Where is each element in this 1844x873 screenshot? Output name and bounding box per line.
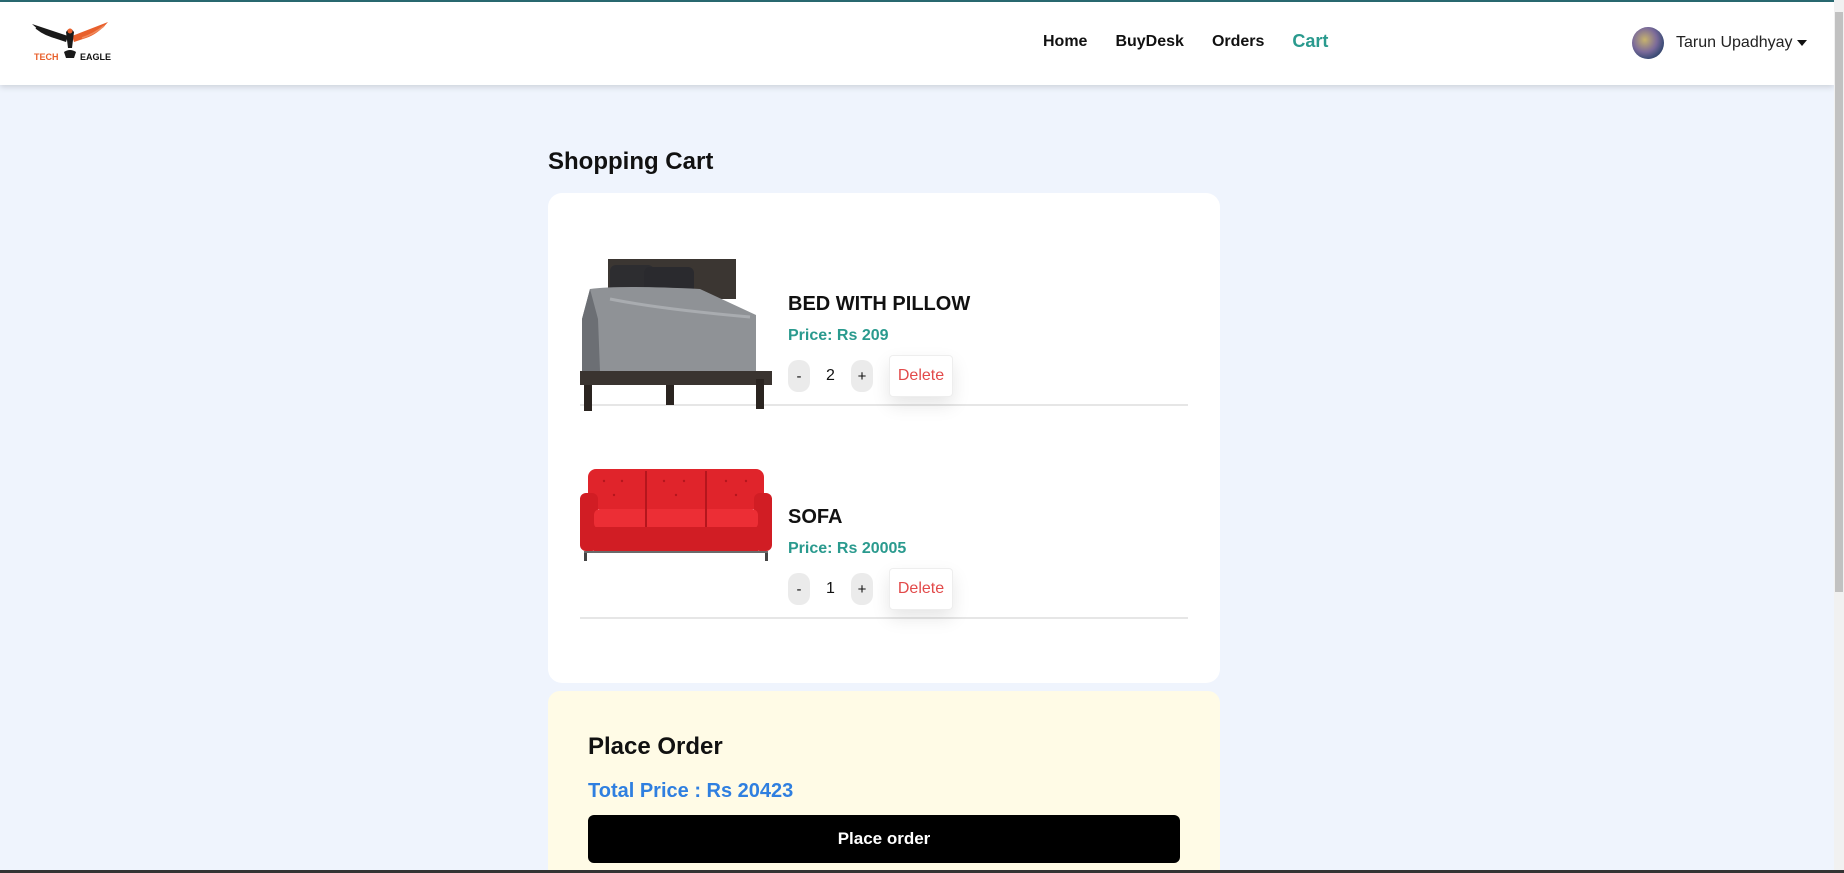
place-order-button[interactable]: Place order — [588, 815, 1180, 863]
avatar[interactable] — [1632, 27, 1664, 59]
decrement-button[interactable]: - — [788, 360, 810, 392]
delete-button[interactable]: Delete — [889, 568, 953, 610]
cart-item: BED WITH PILLOW Price: Rs 209 - 2 + Dele… — [580, 193, 1188, 411]
brand-logo[interactable]: TECH EAGLE — [28, 18, 112, 68]
increment-button[interactable]: + — [851, 573, 873, 605]
page-title: Shopping Cart — [548, 148, 714, 175]
caret-down-icon[interactable] — [1796, 40, 1807, 46]
item-price: Price: Rs 20005 — [788, 540, 907, 557]
quantity-value: 2 — [826, 367, 835, 384]
item-name: SOFA — [788, 506, 843, 528]
item-name: BED WITH PILLOW — [788, 293, 971, 315]
scrollbar-thumb[interactable] — [1835, 12, 1843, 592]
decrement-button[interactable]: - — [788, 573, 810, 605]
user-menu[interactable]: Tarun Upadhyay — [1632, 27, 1807, 59]
increment-button[interactable]: + — [851, 360, 873, 392]
total-price: Total Price : Rs 20423 — [588, 780, 794, 802]
sofa-image — [580, 469, 772, 561]
bed-image — [580, 259, 772, 411]
item-price: Price: Rs 209 — [788, 327, 889, 344]
navbar: TECH EAGLE Home BuyDesk Orders Cart Taru… — [0, 2, 1834, 85]
user-name[interactable]: Tarun Upadhyay — [1676, 34, 1793, 52]
order-title: Place Order — [588, 733, 723, 760]
nav-link-home[interactable]: Home — [1043, 33, 1087, 52]
delete-button[interactable]: Delete — [889, 355, 953, 397]
quantity-value: 1 — [826, 580, 835, 597]
cart-item: SOFA Price: Rs 20005 - 1 + Delete — [580, 406, 1188, 619]
quantity-stepper: - 2 + Delete — [788, 355, 953, 397]
logo-text-tech: TECH — [34, 52, 59, 62]
page-scrollbar[interactable] — [1834, 0, 1844, 873]
logo-text-eagle: EAGLE — [80, 52, 112, 62]
place-order-card: Place Order Total Price : Rs 20423 Place… — [548, 691, 1220, 873]
cart-card: BED WITH PILLOW Price: Rs 209 - 2 + Dele… — [548, 193, 1220, 683]
main-nav: Home BuyDesk Orders Cart — [1043, 31, 1328, 52]
nav-link-cart[interactable]: Cart — [1292, 31, 1328, 52]
nav-link-buydesk[interactable]: BuyDesk — [1115, 33, 1183, 52]
quantity-stepper: - 1 + Delete — [788, 568, 953, 610]
nav-link-orders[interactable]: Orders — [1212, 33, 1264, 52]
